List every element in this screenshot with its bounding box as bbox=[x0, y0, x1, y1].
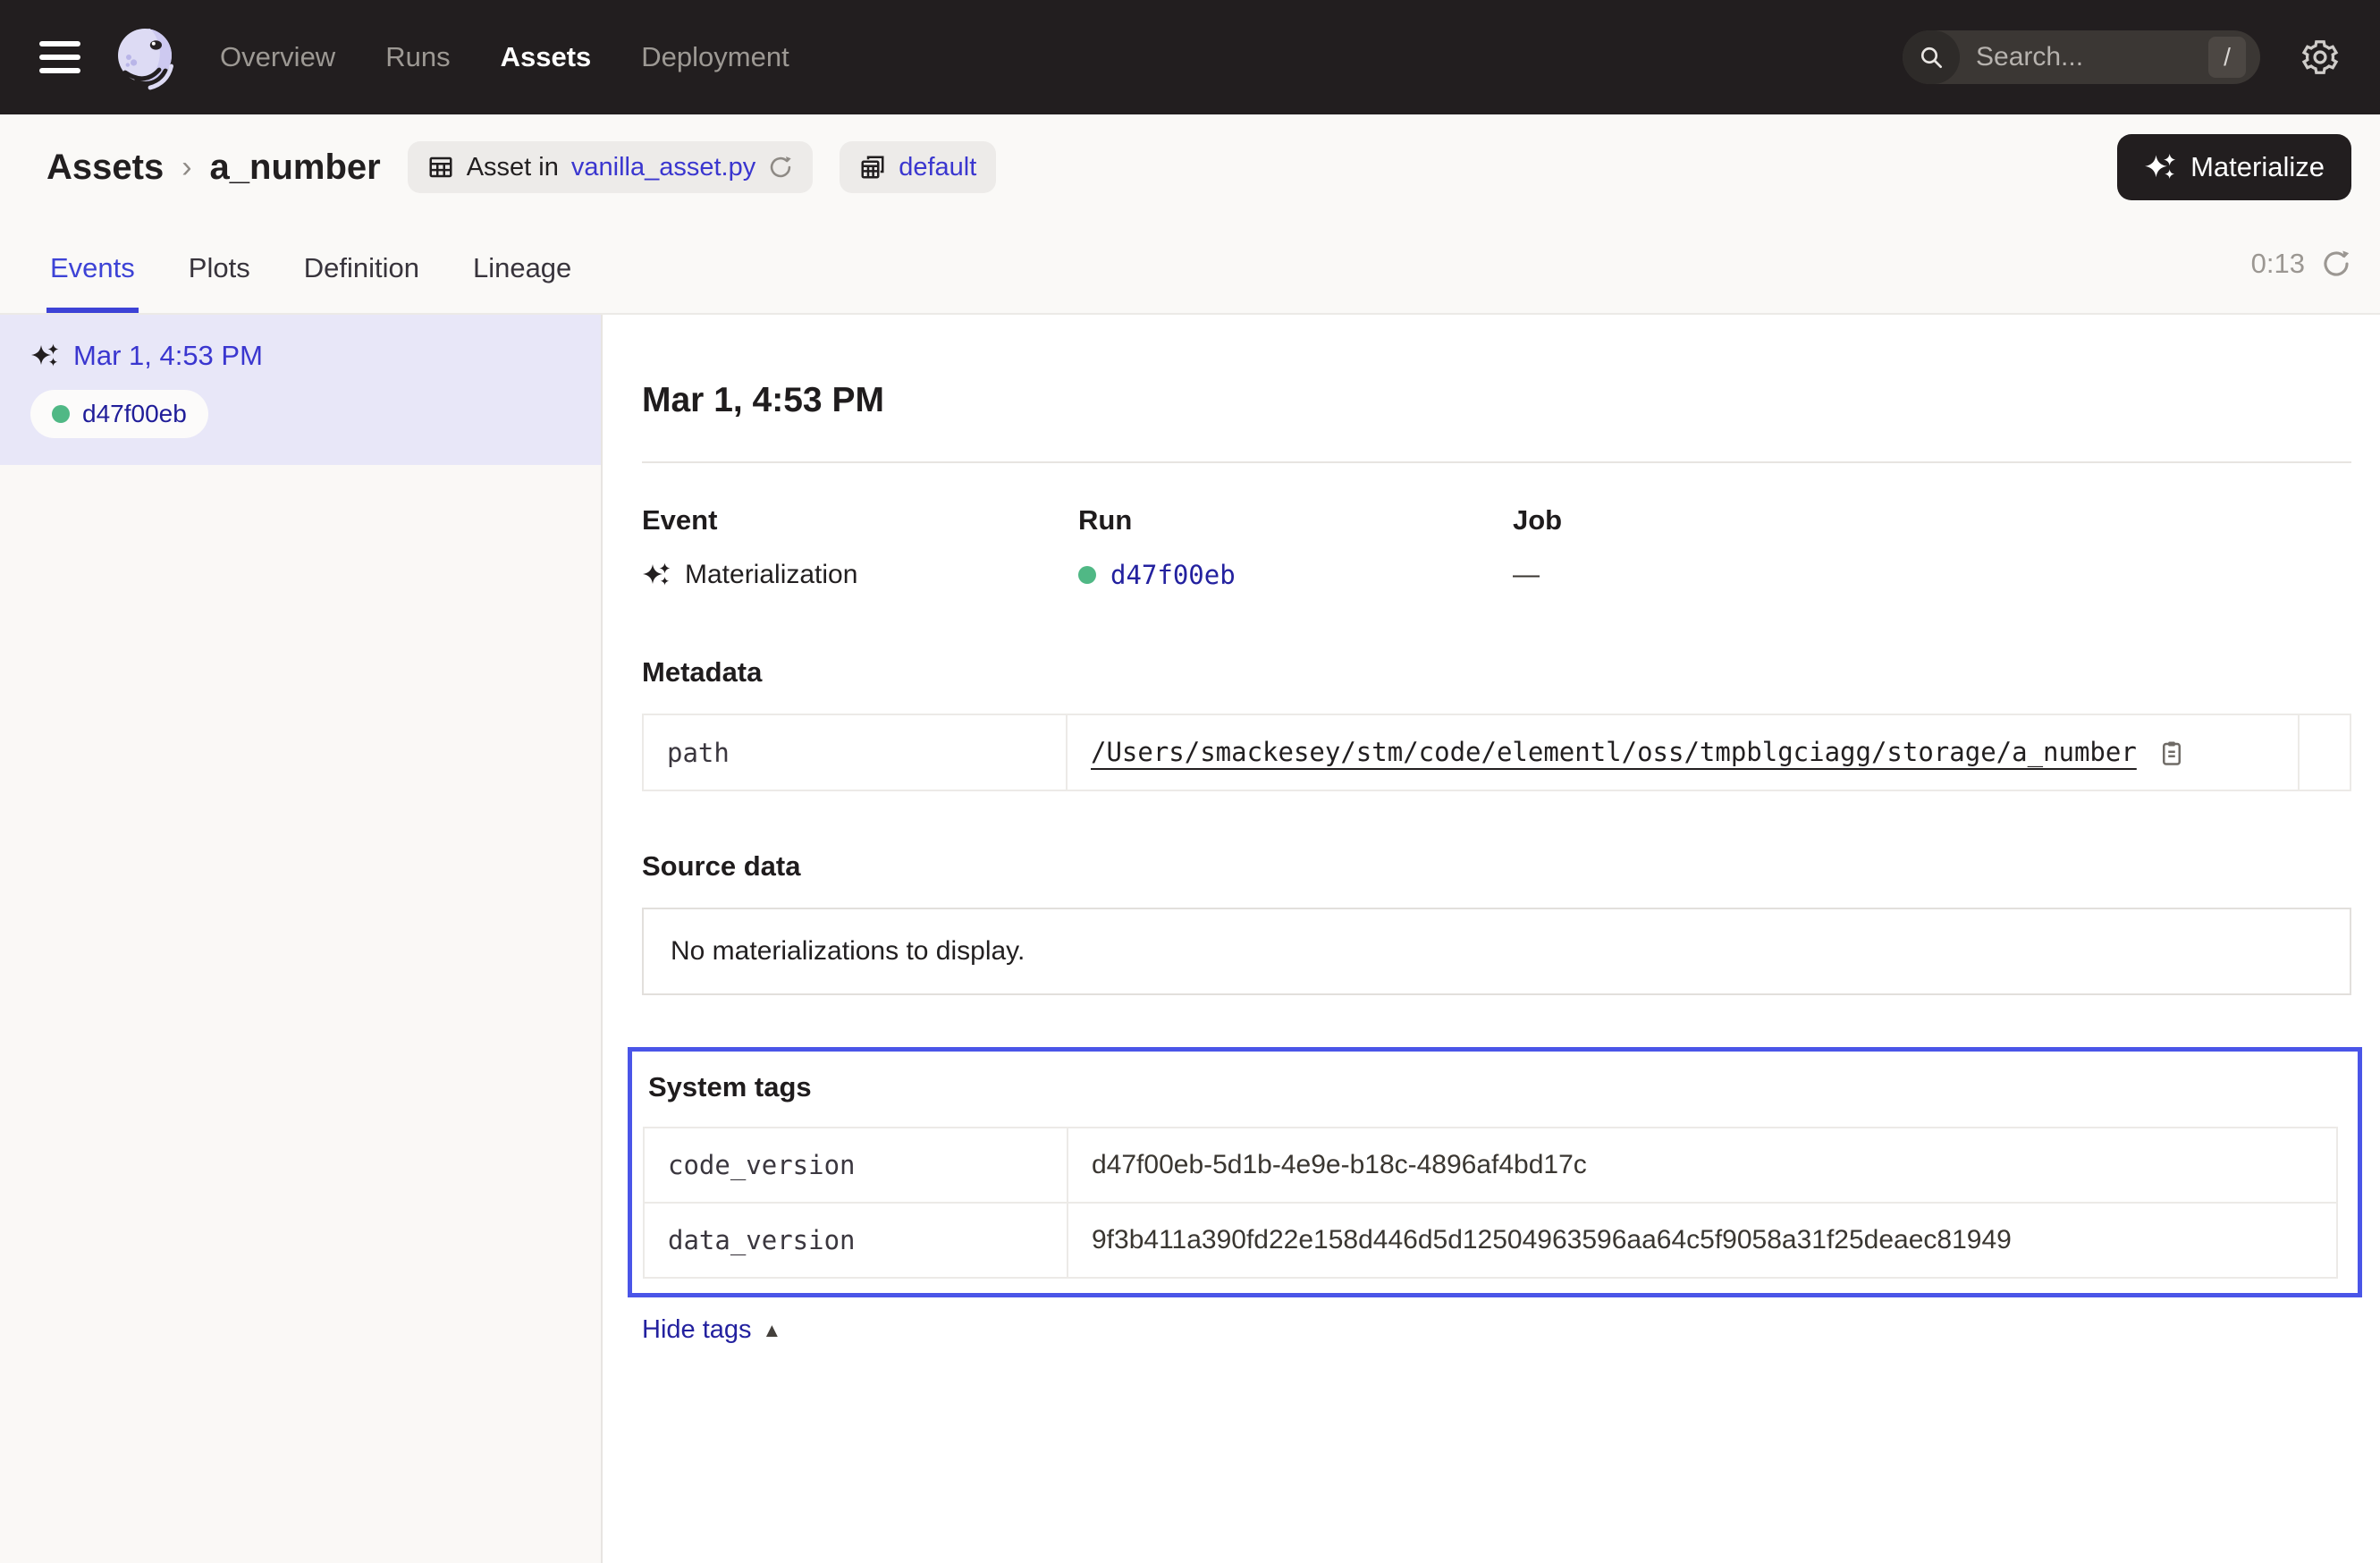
asset-header: Assets › a_number Asset in vanilla_asset… bbox=[0, 114, 2380, 220]
refresh-icon[interactable] bbox=[2321, 249, 2351, 279]
source-data-empty-message: No materializations to display. bbox=[642, 908, 2351, 995]
system-tags-table: code_version d47f00eb-5d1b-4e9e-b18c-489… bbox=[643, 1127, 2338, 1279]
system-tag-value: 9f3b411a390fd22e158d446d5d12504963596aa6… bbox=[1068, 1203, 2337, 1278]
divider bbox=[642, 461, 2351, 463]
asset-tabs-bar: Events Plots Definition Lineage 0:13 bbox=[0, 220, 2380, 315]
run-id-label: d47f00eb bbox=[82, 400, 187, 428]
tab-plots[interactable]: Plots bbox=[185, 252, 254, 313]
run-column-label: Run bbox=[1078, 504, 1513, 536]
table-row: code_version d47f00eb-5d1b-4e9e-b18c-489… bbox=[644, 1128, 2337, 1203]
materialize-button-label: Materialize bbox=[2190, 151, 2325, 183]
system-tag-key: data_version bbox=[644, 1203, 1068, 1278]
metadata-key: path bbox=[643, 714, 1067, 790]
nav-item-overview[interactable]: Overview bbox=[220, 41, 335, 73]
copy-to-clipboard-icon[interactable] bbox=[2158, 739, 2185, 766]
breadcrumb-chevron-icon: › bbox=[181, 150, 191, 185]
page-title: a_number bbox=[210, 148, 381, 188]
nav-item-assets[interactable]: Assets bbox=[501, 41, 592, 73]
settings-gear-icon[interactable] bbox=[2300, 37, 2341, 78]
hamburger-menu-icon[interactable] bbox=[39, 41, 80, 73]
run-status-dot bbox=[52, 405, 70, 423]
tab-definition[interactable]: Definition bbox=[300, 252, 423, 313]
run-id-badge[interactable]: d47f00eb bbox=[30, 390, 208, 438]
materialize-button[interactable]: Materialize bbox=[2117, 134, 2351, 200]
materialization-sparkle-icon bbox=[642, 561, 671, 589]
repository-stack-icon bbox=[859, 154, 886, 181]
reload-definition-icon[interactable] bbox=[768, 155, 793, 180]
metadata-table: path /Users/smackesey/stm/code/elementl/… bbox=[642, 714, 2351, 791]
countdown-value: 0:13 bbox=[2251, 248, 2305, 280]
event-type-value: Materialization bbox=[685, 560, 857, 590]
event-summary: Event Materialization Run d bbox=[642, 504, 2351, 590]
repository-link[interactable]: default bbox=[899, 153, 976, 182]
repository-pill[interactable]: default bbox=[840, 141, 996, 193]
sparkle-icon bbox=[2144, 151, 2176, 183]
hide-tags-label: Hide tags bbox=[642, 1315, 752, 1345]
content-area: Mar 1, 4:53 PM d47f00eb Mar 1, 4:53 PM E… bbox=[0, 315, 2380, 1563]
breadcrumb-assets[interactable]: Assets bbox=[46, 148, 164, 188]
run-status-dot bbox=[1078, 566, 1096, 584]
nav-item-deployment[interactable]: Deployment bbox=[641, 41, 789, 73]
job-column-label: Job bbox=[1513, 504, 2351, 536]
event-timestamp-link[interactable]: Mar 1, 4:53 PM bbox=[73, 340, 263, 372]
auto-refresh-countdown: 0:13 bbox=[2251, 248, 2351, 285]
system-tags-heading: System tags bbox=[648, 1071, 2338, 1103]
search-input[interactable]: Search... / bbox=[1903, 30, 2260, 84]
metadata-heading: Metadata bbox=[642, 656, 2351, 689]
table-grid-icon bbox=[427, 154, 454, 181]
system-tags-highlight-box: System tags code_version d47f00eb-5d1b-4… bbox=[628, 1047, 2362, 1297]
search-shortcut-key: / bbox=[2208, 37, 2246, 78]
event-list-item[interactable]: Mar 1, 4:53 PM d47f00eb bbox=[0, 315, 601, 465]
top-nav-bar: Overview Runs Assets Deployment Search..… bbox=[0, 0, 2380, 114]
table-row: data_version 9f3b411a390fd22e158d446d5d1… bbox=[644, 1203, 2337, 1278]
event-list-sidebar: Mar 1, 4:53 PM d47f00eb bbox=[0, 315, 603, 1563]
source-data-heading: Source data bbox=[642, 850, 2351, 883]
hide-tags-link[interactable]: Hide tags ▲ bbox=[642, 1315, 781, 1345]
main-nav-links: Overview Runs Assets Deployment bbox=[220, 41, 789, 73]
asset-file-link[interactable]: vanilla_asset.py bbox=[571, 153, 755, 182]
event-detail-title: Mar 1, 4:53 PM bbox=[642, 381, 2351, 420]
tab-events[interactable]: Events bbox=[46, 252, 139, 313]
materialization-sparkle-icon bbox=[30, 342, 59, 370]
table-row: path /Users/smackesey/stm/code/elementl/… bbox=[643, 714, 2350, 790]
nav-item-runs[interactable]: Runs bbox=[385, 41, 450, 73]
search-placeholder: Search... bbox=[1976, 42, 2208, 72]
system-tag-key: code_version bbox=[644, 1128, 1068, 1203]
event-column-label: Event bbox=[642, 504, 1078, 536]
search-icon bbox=[1903, 30, 1960, 84]
metadata-actions-cell bbox=[2299, 714, 2350, 790]
dagster-logo-icon[interactable] bbox=[109, 21, 181, 93]
event-detail-panel: Mar 1, 4:53 PM Event Materialization bbox=[603, 315, 2380, 1563]
job-empty-value: — bbox=[1513, 560, 1540, 590]
asset-definition-pill[interactable]: Asset in vanilla_asset.py bbox=[408, 141, 814, 193]
metadata-path-link[interactable]: /Users/smackesey/stm/code/elementl/oss/t… bbox=[1091, 737, 2137, 767]
system-tag-value: d47f00eb-5d1b-4e9e-b18c-4896af4bd17c bbox=[1068, 1128, 2337, 1203]
collapse-caret-icon: ▲ bbox=[763, 1319, 782, 1342]
asset-in-label: Asset in bbox=[467, 153, 559, 182]
tab-lineage[interactable]: Lineage bbox=[469, 252, 575, 313]
run-id-link[interactable]: d47f00eb bbox=[1110, 560, 1236, 590]
